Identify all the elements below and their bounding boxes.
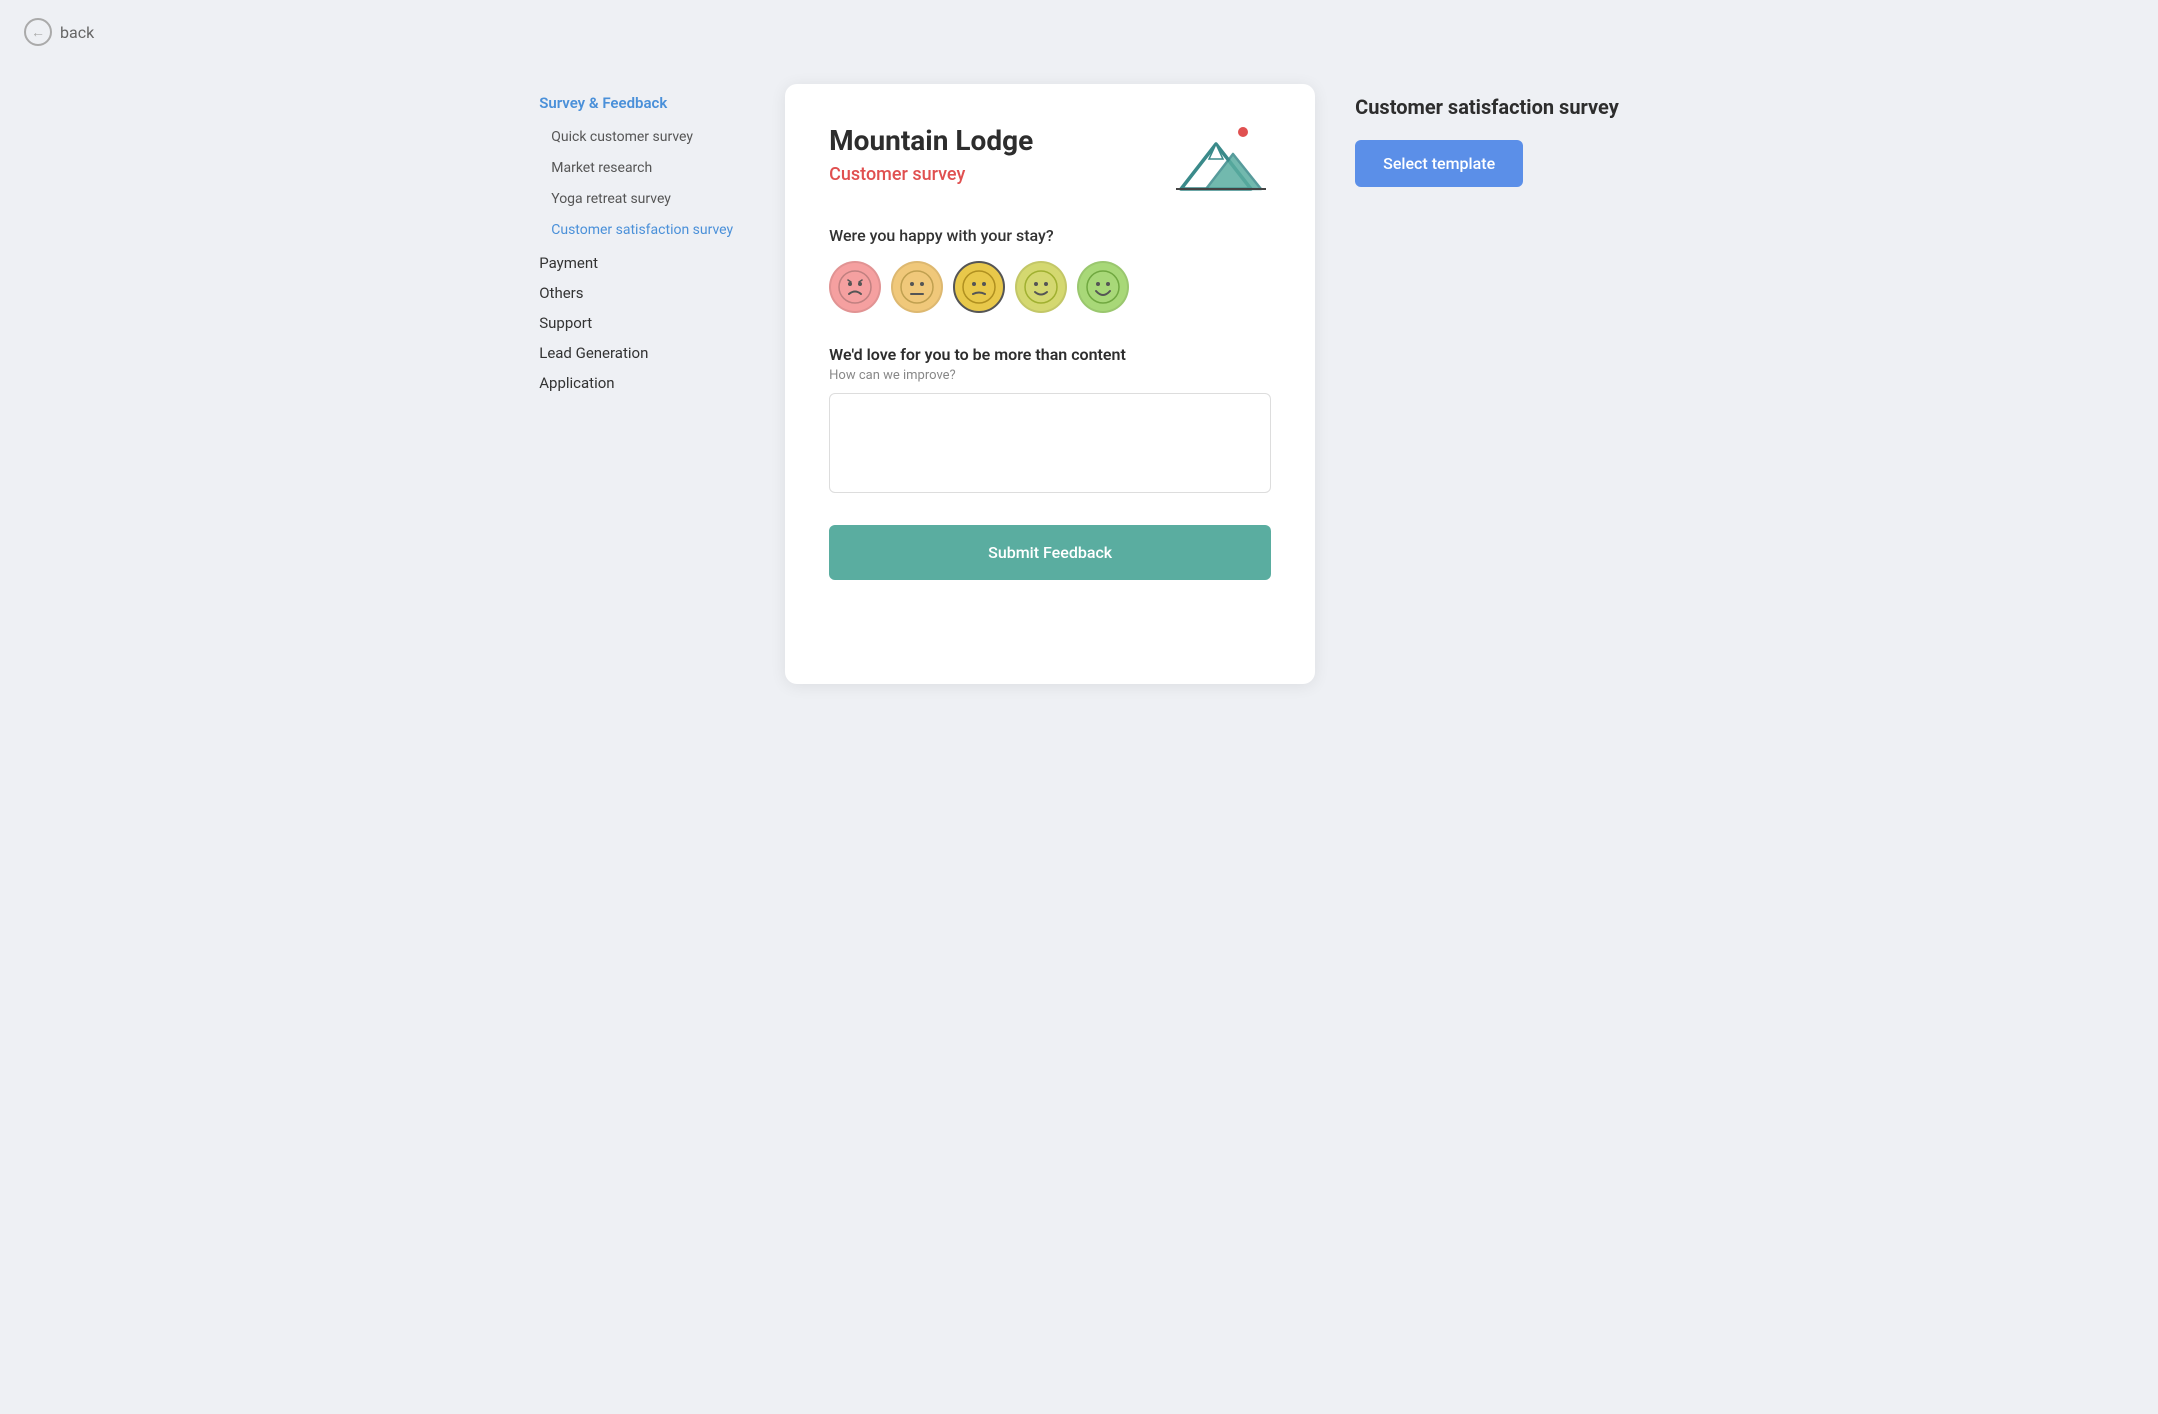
content-svg xyxy=(1023,269,1059,305)
sidebar-item-customer-satisfaction-survey[interactable]: Customer satisfaction survey xyxy=(539,215,745,246)
sidebar-item-market-research[interactable]: Market research xyxy=(539,153,745,184)
emoji-neutral[interactable] xyxy=(953,261,1005,313)
mountain-icon xyxy=(1171,124,1271,194)
very-unhappy-svg xyxy=(837,269,873,305)
neutral-svg xyxy=(961,269,997,305)
card-header: Mountain Lodge Customer survey xyxy=(829,124,1271,194)
back-button[interactable]: ← back xyxy=(24,18,94,46)
sidebar-item-yoga-retreat-survey[interactable]: Yoga retreat survey xyxy=(539,184,745,215)
card-title: Mountain Lodge xyxy=(829,124,1033,158)
feedback-title: We'd love for you to be more than conten… xyxy=(829,345,1271,364)
emoji-happy[interactable] xyxy=(1077,261,1129,313)
top-bar: ← back xyxy=(0,0,2158,64)
sidebar-item-quick-customer-survey[interactable]: Quick customer survey xyxy=(539,122,745,153)
sidebar-category-survey-feedback[interactable]: Survey & Feedback xyxy=(539,94,745,112)
feedback-subtitle: How can we improve? xyxy=(829,368,1271,383)
page-wrapper: ← back Survey & Feedback Quick customer … xyxy=(0,0,2158,1414)
sidebar-item-application[interactable]: Application xyxy=(539,366,745,396)
main-content: Survey & Feedback Quick customer survey … xyxy=(0,64,2158,1414)
sidebar-item-lead-generation[interactable]: Lead Generation xyxy=(539,336,745,366)
feedback-textarea[interactable] xyxy=(829,393,1271,493)
sidebar: Survey & Feedback Quick customer survey … xyxy=(539,84,745,396)
feedback-section: We'd love for you to be more than conten… xyxy=(829,345,1271,497)
select-template-button[interactable]: Select template xyxy=(1355,140,1523,187)
back-circle-icon: ← xyxy=(24,18,52,46)
card-header-text: Mountain Lodge Customer survey xyxy=(829,124,1033,185)
emoji-content[interactable] xyxy=(1015,261,1067,313)
back-label: back xyxy=(60,23,94,42)
sidebar-item-payment[interactable]: Payment xyxy=(539,246,745,276)
question-label: Were you happy with your stay? xyxy=(829,226,1271,245)
submit-feedback-button[interactable]: Submit Feedback xyxy=(829,525,1271,580)
sidebar-item-others[interactable]: Others xyxy=(539,276,745,306)
emoji-row xyxy=(829,261,1271,313)
happy-svg xyxy=(1085,269,1121,305)
preview-card: Mountain Lodge Customer survey xyxy=(785,84,1315,684)
unhappy-svg xyxy=(899,269,935,305)
emoji-very-unhappy[interactable] xyxy=(829,261,881,313)
card-subtitle: Customer survey xyxy=(829,164,1033,185)
emoji-unhappy[interactable] xyxy=(891,261,943,313)
right-panel: Customer satisfaction survey Select temp… xyxy=(1355,84,1619,187)
sidebar-item-support[interactable]: Support xyxy=(539,306,745,336)
template-title: Customer satisfaction survey xyxy=(1355,94,1619,120)
